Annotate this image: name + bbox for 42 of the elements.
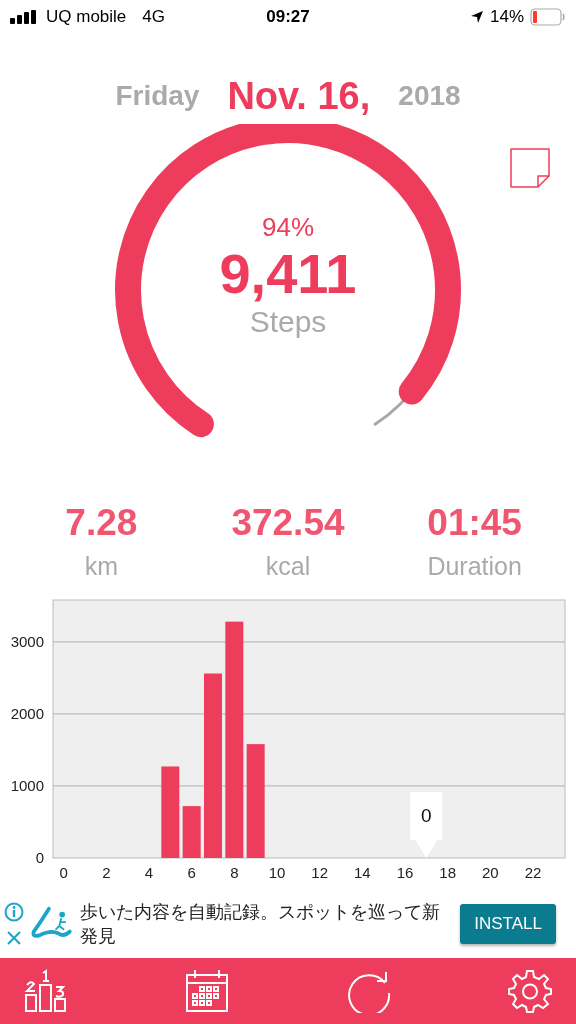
x-axis-label: 22 [524,864,542,881]
podium-icon[interactable] [24,969,68,1013]
battery-percent: 14% [489,7,524,27]
x-axis-label: 2 [102,864,111,881]
x-axis-label: 14 [354,864,371,881]
x-axis-label: 20 [482,864,499,881]
x-axis-label: 4 [144,864,154,881]
refresh-icon[interactable] [346,969,391,1013]
x-axis-label: 6 [187,864,196,881]
stat-label: km [84,551,118,581]
stat-value: 01:45 [427,501,522,544]
carrier-name: UQ mobile [46,7,127,27]
x-axis-label: 18 [439,864,456,881]
x-axis-label: 16 [396,864,414,881]
close-icon[interactable] [6,930,22,946]
x-axis-label: 10 [268,864,286,881]
network-type: 4G [142,7,165,27]
battery-icon [530,8,566,26]
install-button[interactable]: INSTALL [460,904,556,944]
value-callout [410,792,443,858]
calendar-icon[interactable] [185,969,230,1013]
clock-time: 09:27 [265,7,311,27]
callout-value: 0 [421,805,432,826]
ad-text: 歩いた内容を自動記録。スポットを巡って新発見 [79,900,441,948]
stat-value: 7.28 [65,501,138,544]
x-axis-label: 12 [311,864,328,881]
stat-label: kcal [265,551,311,581]
y-axis-label: 3000 [10,632,44,650]
weekday-label: Friday [115,80,200,112]
y-axis-label: 1000 [10,776,44,794]
y-axis-label: 0 [35,849,44,866]
info-icon[interactable] [4,902,24,922]
date-label: Nov. 16, [227,74,371,118]
note-icon[interactable] [510,148,550,188]
year-label: 2018 [398,80,461,112]
stat-value: 372.54 [231,501,345,544]
y-axis-label: 2000 [10,704,44,722]
stat-label: Duration [427,551,522,581]
settings-icon[interactable] [508,969,552,1013]
x-axis-label: 8 [230,864,239,881]
location-arrow-icon [469,10,484,24]
x-axis-label: 0 [59,864,68,881]
